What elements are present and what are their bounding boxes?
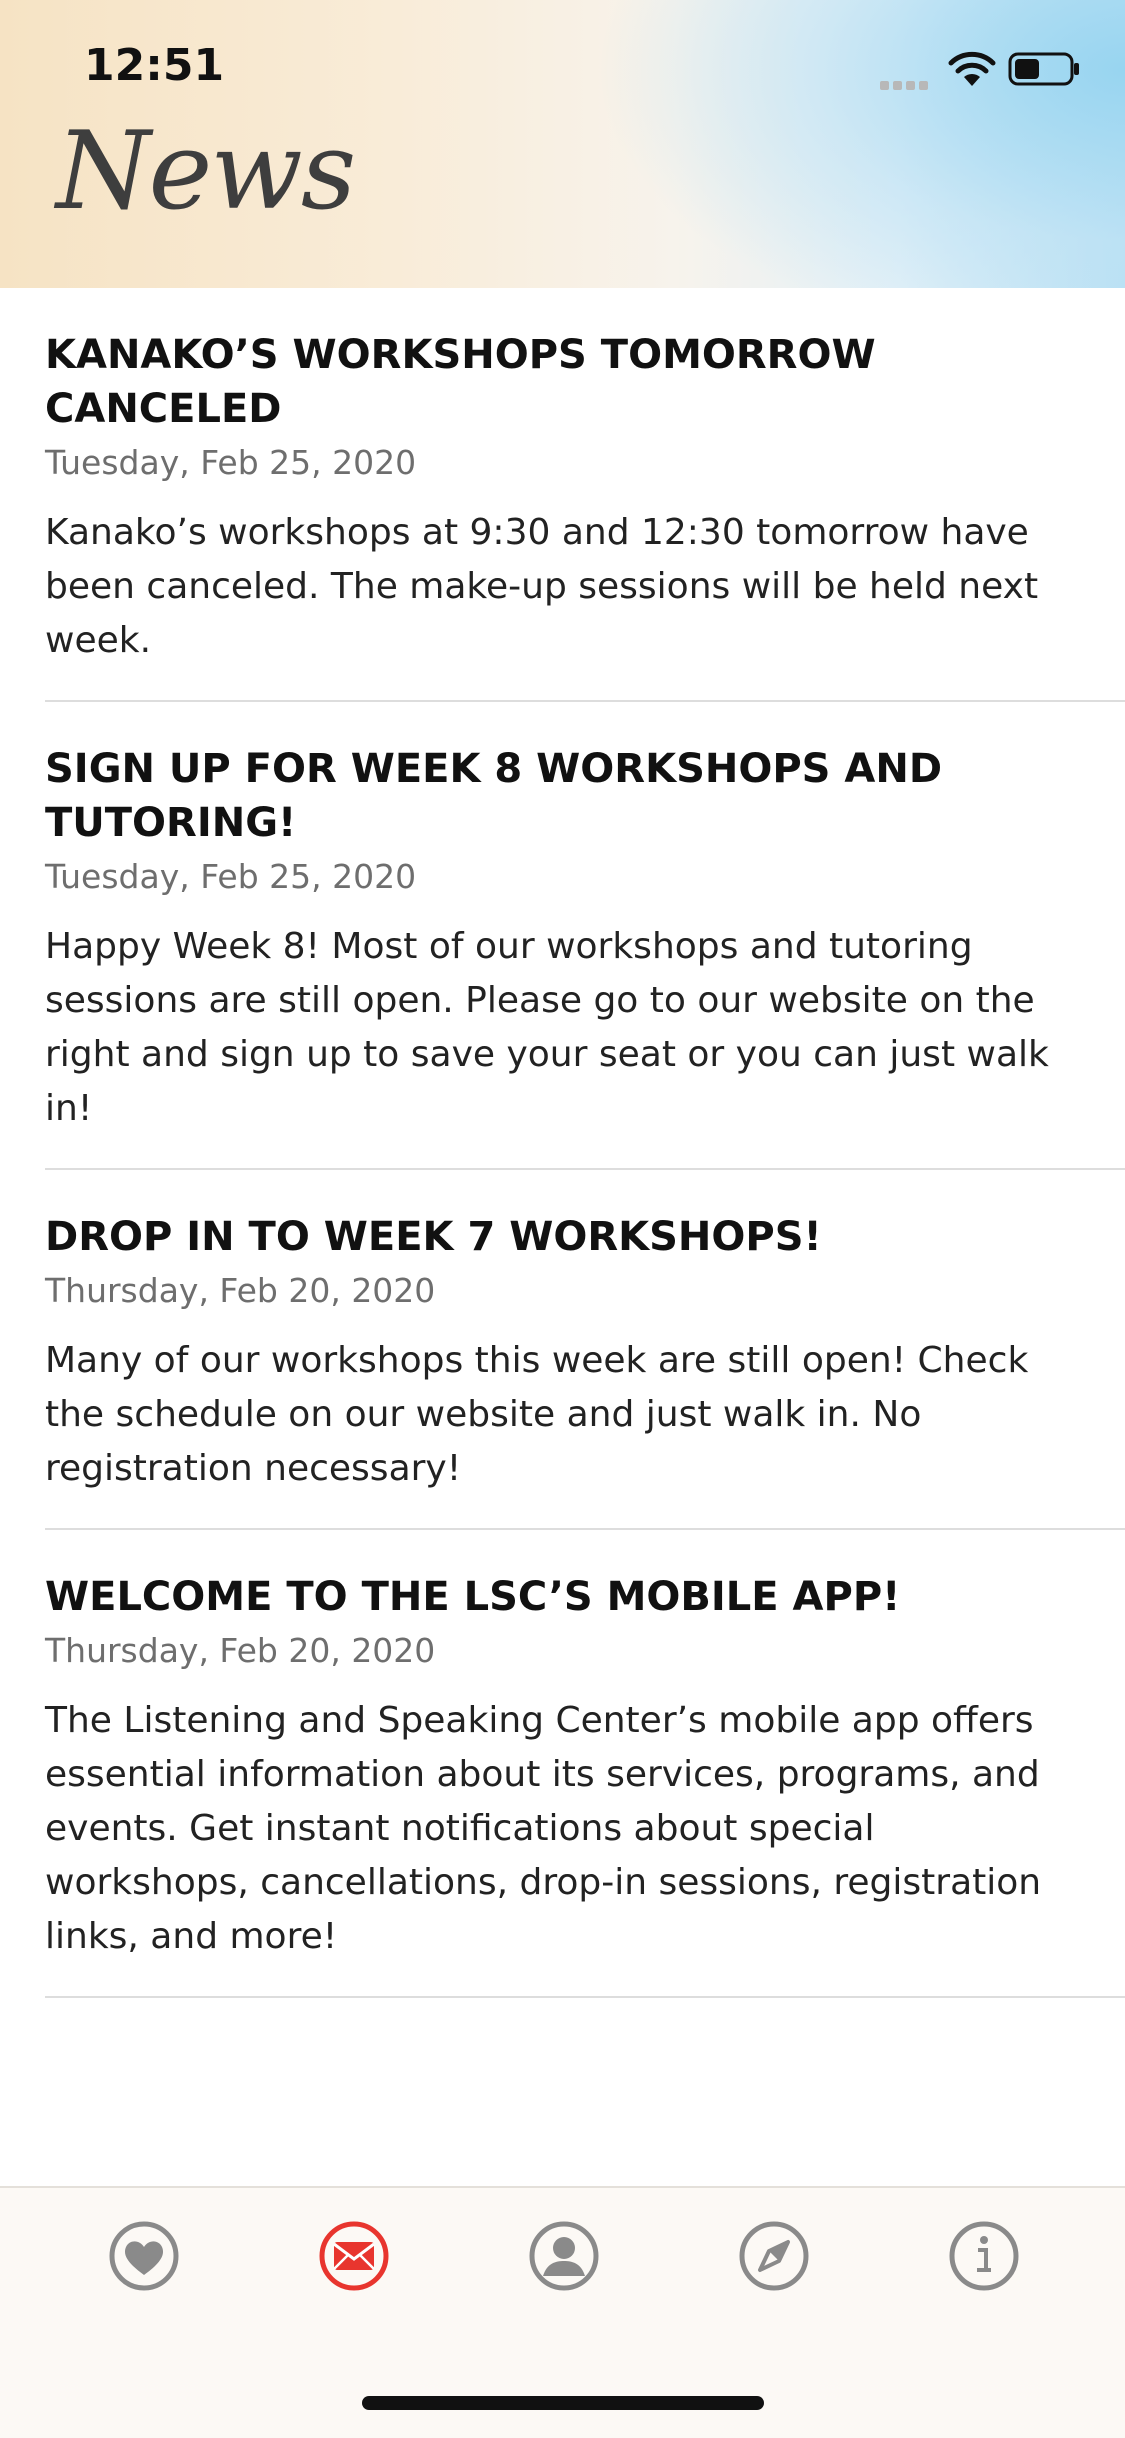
news-body: The Listening and Speaking Center’s mobi… <box>45 1700 1042 1957</box>
compass-icon[interactable] <box>736 2218 812 2294</box>
mail-icon[interactable] <box>316 2218 392 2294</box>
home-indicator <box>362 2396 764 2410</box>
news-title: WELCOME TO THE LSC’S MOBILE APP! <box>45 1574 901 1620</box>
news-date: Tuesday, Feb 25, 2020 <box>45 857 417 896</box>
news-date: Thursday, Feb 20, 2020 <box>45 1631 436 1670</box>
news-item[interactable]: DROP IN TO WEEK 7 WORKSHOPS! Thursday, F… <box>45 1170 1125 1530</box>
header: 12:51 News <box>0 0 1125 288</box>
news-date: Thursday, Feb 20, 2020 <box>45 1271 436 1310</box>
status-time: 12:51 <box>84 40 225 91</box>
news-item[interactable]: KANAKO’S WORKSHOPS TOMORROW CANCELED Tue… <box>45 288 1125 702</box>
news-body: Happy Week 8! Most of our workshops and … <box>45 926 1049 1129</box>
wifi-icon <box>948 51 996 86</box>
news-title: KANAKO’S WORKSHOPS TOMORROW CANCELED <box>45 332 876 432</box>
news-body: Many of our workshops this week are stil… <box>45 1340 1029 1489</box>
news-title: DROP IN TO WEEK 7 WORKSHOPS! <box>45 1214 822 1260</box>
news-item[interactable]: WELCOME TO THE LSC’S MOBILE APP! Thursda… <box>45 1530 1125 1998</box>
page-title: News <box>56 109 356 234</box>
person-icon[interactable] <box>526 2218 602 2294</box>
news-date: Tuesday, Feb 25, 2020 <box>45 443 417 482</box>
heart-icon[interactable] <box>106 2218 182 2294</box>
news-body: Kanako’s workshops at 9:30 and 12:30 tom… <box>45 512 1039 661</box>
battery-icon <box>1008 52 1079 86</box>
news-title: SIGN UP FOR WEEK 8 WORKSHOPS AND TUTORIN… <box>45 746 943 846</box>
info-icon[interactable] <box>946 2218 1022 2294</box>
cellular-signal-icon <box>880 75 936 90</box>
news-item[interactable]: SIGN UP FOR WEEK 8 WORKSHOPS AND TUTORIN… <box>45 702 1125 1170</box>
news-list: KANAKO’S WORKSHOPS TOMORROW CANCELED Tue… <box>0 288 1125 1998</box>
